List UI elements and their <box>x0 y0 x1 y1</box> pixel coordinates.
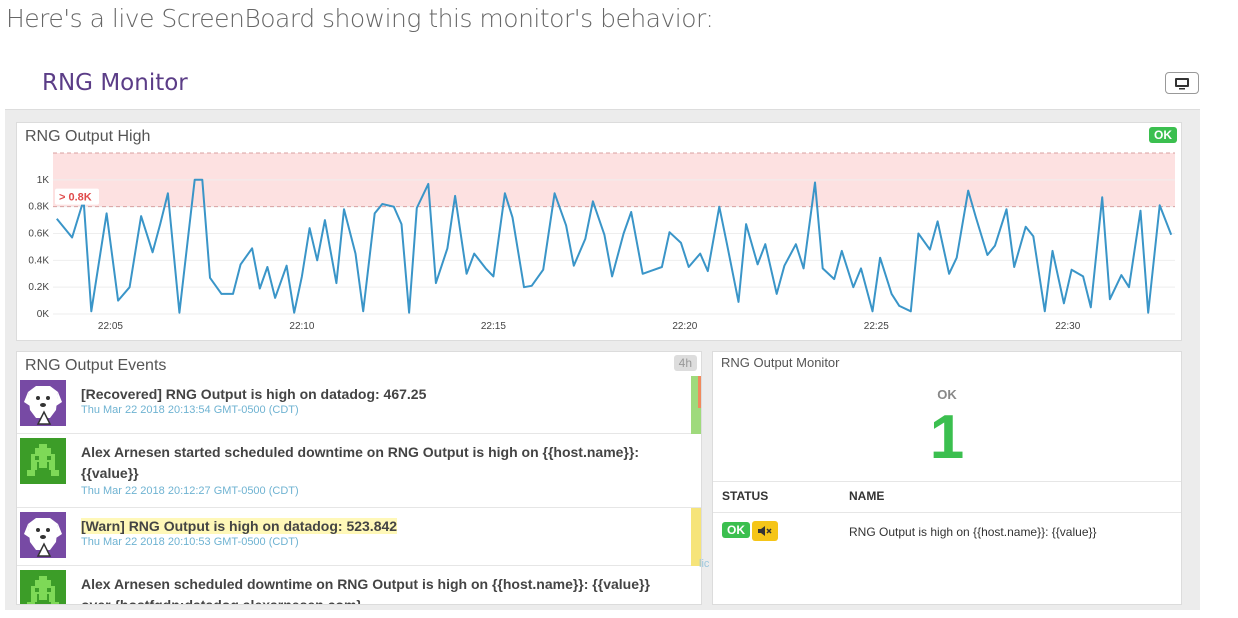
event-title[interactable]: Alex Arnesen started scheduled downtime … <box>81 442 681 484</box>
muted-speaker-icon <box>758 526 772 536</box>
x-tick-label: 22:15 <box>481 321 506 332</box>
y-tick-label: 0.4K <box>28 255 49 266</box>
space-invader-avatar-icon <box>20 570 66 604</box>
event-title[interactable]: Alex Arnesen scheduled downtime on RNG O… <box>81 574 681 604</box>
monitor-summary-widget[interactable]: RNG Output Monitor OK 1 STATUS NAME OK R… <box>712 351 1182 605</box>
y-tick-label: 0K <box>37 309 50 320</box>
event-status-stripe <box>698 376 701 408</box>
board-title: RNG Monitor <box>42 70 188 96</box>
footer-link[interactable]: lic <box>699 558 709 570</box>
x-tick-label: 22:10 <box>289 321 314 332</box>
monitor-status-badge: OK <box>722 522 750 538</box>
y-tick-label: 0.2K <box>28 282 49 293</box>
x-tick-label: 22:30 <box>1055 321 1080 332</box>
name-column-header[interactable]: NAME <box>849 489 884 503</box>
y-tick-label: 0.6K <box>28 229 49 240</box>
status-badge: OK <box>1149 127 1177 143</box>
datadog-avatar-icon <box>20 380 66 426</box>
monitor-widget-title: RNG Output Monitor <box>721 355 840 370</box>
y-tick-label: 1K <box>37 175 50 186</box>
event-timestamp: Thu Mar 22 2018 20:12:27 GMT-0500 (CDT) <box>81 485 299 497</box>
screenboard: RNG Output High OK 0K 0.2K 0.4K 0.6K 0.8K 1K 2… <box>5 109 1200 610</box>
datadog-avatar-icon <box>20 512 66 558</box>
x-tick-label: 22:25 <box>864 321 889 332</box>
y-tick-label: 0.8K <box>28 202 49 213</box>
time-range-badge[interactable]: 4h <box>673 355 697 371</box>
ok-count-label: OK <box>937 387 957 402</box>
muted-indicator <box>752 521 778 541</box>
event-title[interactable]: [Warn] RNG Output is high on datadog: 52… <box>81 516 681 537</box>
tv-mode-button[interactable] <box>1165 72 1199 94</box>
space-invader-avatar-icon <box>20 438 66 484</box>
event-item[interactable]: [Warn] RNG Output is high on datadog: 52… <box>17 508 701 566</box>
monitor-name-link[interactable]: RNG Output is high on {{host.name}}: {{v… <box>849 525 1097 539</box>
event-item[interactable]: Alex Arnesen started scheduled downtime … <box>17 434 701 508</box>
event-list: [Recovered] RNG Output is high on datado… <box>17 376 701 604</box>
event-item[interactable]: [Recovered] RNG Output is high on datado… <box>17 376 701 434</box>
event-title[interactable]: [Recovered] RNG Output is high on datado… <box>81 384 681 405</box>
status-column-header[interactable]: STATUS <box>722 489 768 503</box>
divider <box>713 481 1181 482</box>
x-tick-label: 22:05 <box>98 321 123 332</box>
threshold-label: > 0.8K <box>59 192 92 204</box>
x-tick-label: 22:20 <box>672 321 697 332</box>
timeseries-widget[interactable]: RNG Output High OK 0K 0.2K 0.4K 0.6K 0.8K 1K 2… <box>16 122 1182 341</box>
divider <box>713 512 1181 513</box>
event-stream-title: RNG Output Events <box>25 357 167 374</box>
event-item[interactable]: Alex Arnesen scheduled downtime on RNG O… <box>17 566 701 604</box>
timeseries-chart[interactable]: 0K 0.2K 0.4K 0.6K 0.8K 1K 22:05 22:10 22:15 22:20… <box>17 145 1181 340</box>
event-timestamp: Thu Mar 22 2018 20:10:53 GMT-0500 (CDT) <box>81 536 299 548</box>
tv-mode-icon <box>1175 77 1189 89</box>
timeseries-title: RNG Output High <box>25 128 151 145</box>
event-timestamp: Thu Mar 22 2018 20:13:54 GMT-0500 (CDT) <box>81 404 299 416</box>
ok-count-value: 1 <box>929 403 965 472</box>
intro-text: Here's a live ScreenBoard showing this m… <box>6 4 714 33</box>
event-stream-widget[interactable]: RNG Output Events 4h [Recovered] RNG Out… <box>16 351 702 605</box>
